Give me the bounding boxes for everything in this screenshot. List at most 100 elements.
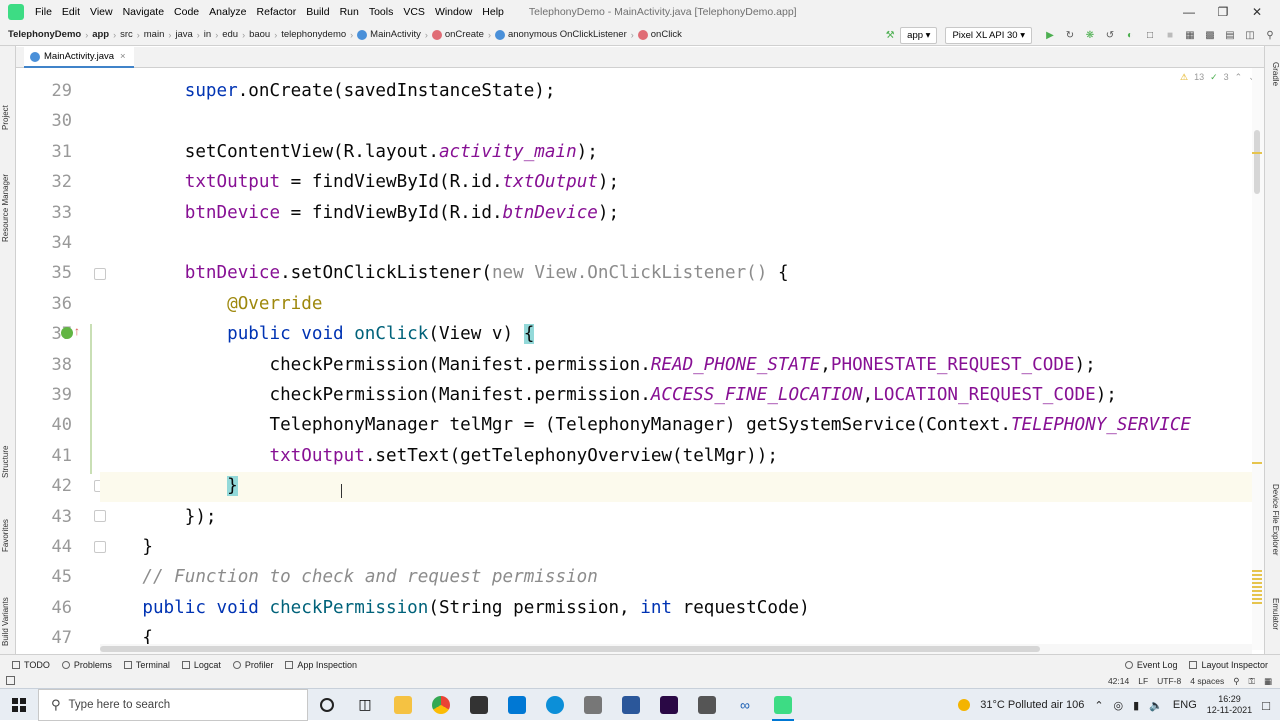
- code-line[interactable]: }: [100, 532, 153, 562]
- line-separator[interactable]: LF: [1138, 676, 1148, 686]
- warning-stripe[interactable]: [1252, 152, 1262, 154]
- code-line[interactable]: btnDevice = findViewById(R.id.btnDevice)…: [100, 198, 619, 228]
- implements-arrow-icon[interactable]: ↑: [74, 324, 80, 338]
- weather-text[interactable]: 31°C Polluted air 106: [980, 699, 1084, 711]
- inspection-widget[interactable]: ⚠13 ✓3 ⌃ ⌄: [1180, 72, 1256, 83]
- breadcrumb-module[interactable]: app: [92, 29, 109, 40]
- code-line[interactable]: // Function to check and request permiss…: [100, 562, 597, 592]
- menu-tools[interactable]: Tools: [364, 6, 399, 18]
- menu-edit[interactable]: Edit: [57, 6, 85, 18]
- menu-run[interactable]: Run: [335, 6, 364, 18]
- profiler-tab[interactable]: Profiler: [232, 660, 273, 670]
- code-line[interactable]: checkPermission(Manifest.permission.READ…: [100, 350, 1095, 380]
- premiere-icon[interactable]: [650, 689, 688, 721]
- edge-icon[interactable]: [536, 689, 574, 721]
- code-line[interactable]: public void onClick(View v) {: [100, 319, 535, 349]
- restore-icon[interactable]: ❐: [1206, 0, 1240, 24]
- search-icon[interactable]: ⚲: [1260, 24, 1280, 46]
- chevron-up-icon[interactable]: ⌃: [1235, 72, 1243, 83]
- code-line[interactable]: setContentView(R.layout.activity_main);: [100, 137, 598, 167]
- rerun-icon[interactable]: ↻: [1060, 24, 1080, 46]
- network-icon[interactable]: ◎: [1114, 699, 1124, 712]
- horizontal-scrollbar[interactable]: [100, 644, 1252, 654]
- terminal-tab[interactable]: Terminal: [123, 660, 170, 670]
- todo-tab[interactable]: TODO: [12, 660, 50, 670]
- problems-tab[interactable]: Problems: [61, 660, 112, 670]
- avd-manager-icon[interactable]: ▩: [1200, 24, 1220, 46]
- scrollbar-thumb[interactable]: [100, 646, 1040, 652]
- menu-vcs[interactable]: VCS: [398, 6, 430, 18]
- run-config-dropdown[interactable]: app ▾: [900, 26, 938, 44]
- structure-tab[interactable]: Structure: [1, 446, 10, 478]
- event-log-tab[interactable]: Event Log: [1124, 660, 1177, 670]
- code-line[interactable]: public void checkPermission(String permi…: [100, 593, 809, 623]
- code-editor[interactable]: super.onCreate(savedInstanceState); setC…: [100, 68, 1252, 644]
- profile-icon[interactable]: ◐: [1120, 24, 1140, 46]
- git-icon[interactable]: ⚲: [1233, 676, 1239, 687]
- close-icon[interactable]: ✕: [1240, 0, 1274, 24]
- mail-icon[interactable]: [498, 689, 536, 721]
- gradle-tab[interactable]: Gradle: [1271, 62, 1280, 86]
- breadcrumb-class[interactable]: MainActivity: [370, 29, 421, 40]
- minimize-icon[interactable]: —: [1172, 0, 1206, 24]
- code-line[interactable]: });: [100, 502, 217, 532]
- chevron-up-icon[interactable]: ⌃: [1094, 699, 1103, 712]
- clock[interactable]: 16:29 12-11-2021: [1207, 694, 1252, 716]
- code-line[interactable]: super.onCreate(savedInstanceState);: [100, 76, 556, 106]
- snipping-tool-icon[interactable]: [574, 689, 612, 721]
- code-line[interactable]: }: [100, 471, 238, 501]
- menu-help[interactable]: Help: [477, 6, 509, 18]
- warning-stripe[interactable]: [1252, 462, 1262, 464]
- attach-debugger-icon[interactable]: □: [1140, 24, 1160, 46]
- menu-code[interactable]: Code: [169, 6, 204, 18]
- breadcrumb-main[interactable]: main: [144, 29, 165, 40]
- cortana-icon[interactable]: [308, 689, 346, 721]
- menu-analyze[interactable]: Analyze: [204, 6, 251, 18]
- word-icon[interactable]: [612, 689, 650, 721]
- memory-indicator-icon[interactable]: ▦: [1264, 676, 1272, 687]
- menu-file[interactable]: File: [30, 6, 57, 18]
- menu-window[interactable]: Window: [430, 6, 477, 18]
- task-view-icon[interactable]: ◫: [346, 689, 384, 721]
- device-dropdown[interactable]: Pixel XL API 30 ▾: [945, 26, 1032, 44]
- code-line[interactable]: @Override: [100, 289, 322, 319]
- resource-manager-tab[interactable]: Resource Manager: [1, 174, 10, 242]
- breadcrumb-baou[interactable]: baou: [249, 29, 270, 40]
- device-file-explorer-tab[interactable]: Device File Explorer: [1271, 484, 1280, 556]
- code-line[interactable]: btnDevice.setOnClickListener(new View.On…: [100, 258, 789, 288]
- layout-inspector-tab[interactable]: Layout Inspector: [1189, 660, 1268, 670]
- tab-mainactivity[interactable]: MainActivity.java ×: [24, 47, 134, 68]
- logcat-tab[interactable]: Logcat: [181, 660, 221, 670]
- emulator-tab[interactable]: Emulator: [1271, 598, 1280, 630]
- weather-icon[interactable]: [958, 699, 971, 711]
- warning-stripe[interactable]: [1252, 570, 1262, 604]
- menu-view[interactable]: View: [85, 6, 118, 18]
- code-line[interactable]: txtOutput = findViewById(R.id.txtOutput)…: [100, 167, 619, 197]
- breadcrumb-project[interactable]: TelephonyDemo: [8, 29, 81, 40]
- build-variants-tab[interactable]: Build Variants: [1, 597, 10, 646]
- code-line[interactable]: txtOutput.setText(getTelephonyOverview(t…: [100, 441, 777, 471]
- volume-icon[interactable]: 🔈: [1149, 699, 1163, 712]
- start-button[interactable]: [0, 689, 38, 721]
- breadcrumb-src[interactable]: src: [120, 29, 133, 40]
- app-inspection-tab[interactable]: App Inspection: [285, 660, 357, 670]
- breadcrumb-edu[interactable]: edu: [222, 29, 238, 40]
- sdk-manager-icon[interactable]: ▤: [1220, 24, 1240, 46]
- battery-icon[interactable]: ▮: [1133, 699, 1139, 712]
- code-line[interactable]: checkPermission(Manifest.permission.ACCE…: [100, 380, 1116, 410]
- rss-app-icon[interactable]: [688, 689, 726, 721]
- tab-close-icon[interactable]: ×: [120, 51, 126, 62]
- stop-icon[interactable]: ■: [1160, 24, 1180, 46]
- menu-build[interactable]: Build: [301, 6, 334, 18]
- breadcrumb-oncreate[interactable]: onCreate: [445, 29, 484, 40]
- hammer-icon[interactable]: ⚒: [880, 24, 900, 46]
- debug-icon[interactable]: ❋: [1080, 24, 1100, 46]
- run-icon[interactable]: ▶: [1040, 24, 1060, 46]
- lock-icon[interactable]: ⚿: [1249, 676, 1255, 687]
- menu-navigate[interactable]: Navigate: [118, 6, 169, 18]
- scrollbar-thumb[interactable]: [1254, 130, 1260, 194]
- link-app-icon[interactable]: ∞: [726, 689, 764, 721]
- sync-icon[interactable]: ▦: [1180, 24, 1200, 46]
- file-explorer-icon[interactable]: [384, 689, 422, 721]
- apply-changes-icon[interactable]: ↺: [1100, 24, 1120, 46]
